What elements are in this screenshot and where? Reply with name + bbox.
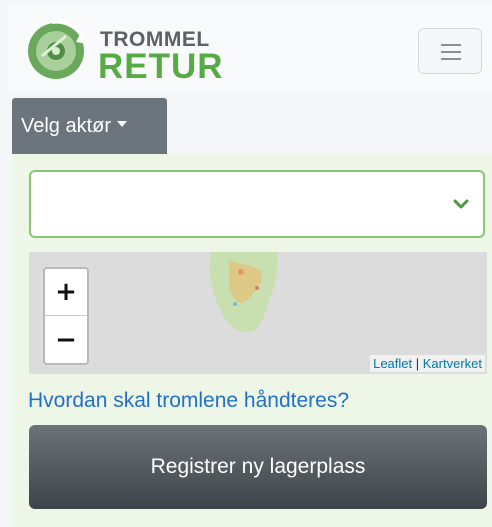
map[interactable]: + − Leaflet | Kartverket bbox=[29, 252, 487, 374]
content-panel: + − Leaflet | Kartverket Hvordan skal tr… bbox=[12, 154, 492, 527]
zoom-out-button[interactable]: − bbox=[45, 316, 87, 363]
help-link[interactable]: Hvordan skal tromlene håndteres? bbox=[28, 389, 349, 413]
caret-down-icon bbox=[117, 120, 128, 127]
logo[interactable]: TROMMEL RETUR bbox=[22, 16, 223, 86]
drum-logo-icon bbox=[28, 19, 88, 79]
select-actor-button[interactable]: Velg aktør bbox=[12, 98, 167, 154]
menu-toggle-button[interactable] bbox=[418, 28, 482, 74]
hamburger-icon-line bbox=[441, 51, 461, 53]
location-select[interactable] bbox=[29, 170, 485, 238]
hamburger-icon bbox=[441, 44, 461, 46]
hamburger-icon-line bbox=[441, 58, 461, 60]
page: TROMMEL RETUR Velg aktør + − Leaflet | K… bbox=[0, 0, 492, 527]
chevron-down-icon bbox=[453, 199, 469, 209]
zoom-control: + − bbox=[43, 267, 89, 365]
select-actor-label: Velg aktør bbox=[21, 115, 112, 137]
kartverket-link[interactable]: Kartverket bbox=[423, 356, 482, 371]
map-attribution: Leaflet | Kartverket bbox=[370, 355, 485, 372]
logo-text-retur: RETUR bbox=[98, 47, 224, 86]
leaflet-link[interactable]: Leaflet bbox=[373, 356, 412, 371]
zoom-in-button[interactable]: + bbox=[45, 269, 87, 316]
register-storage-button[interactable]: Registrer ny lagerplass bbox=[29, 425, 487, 509]
header: TROMMEL RETUR bbox=[8, 6, 492, 94]
